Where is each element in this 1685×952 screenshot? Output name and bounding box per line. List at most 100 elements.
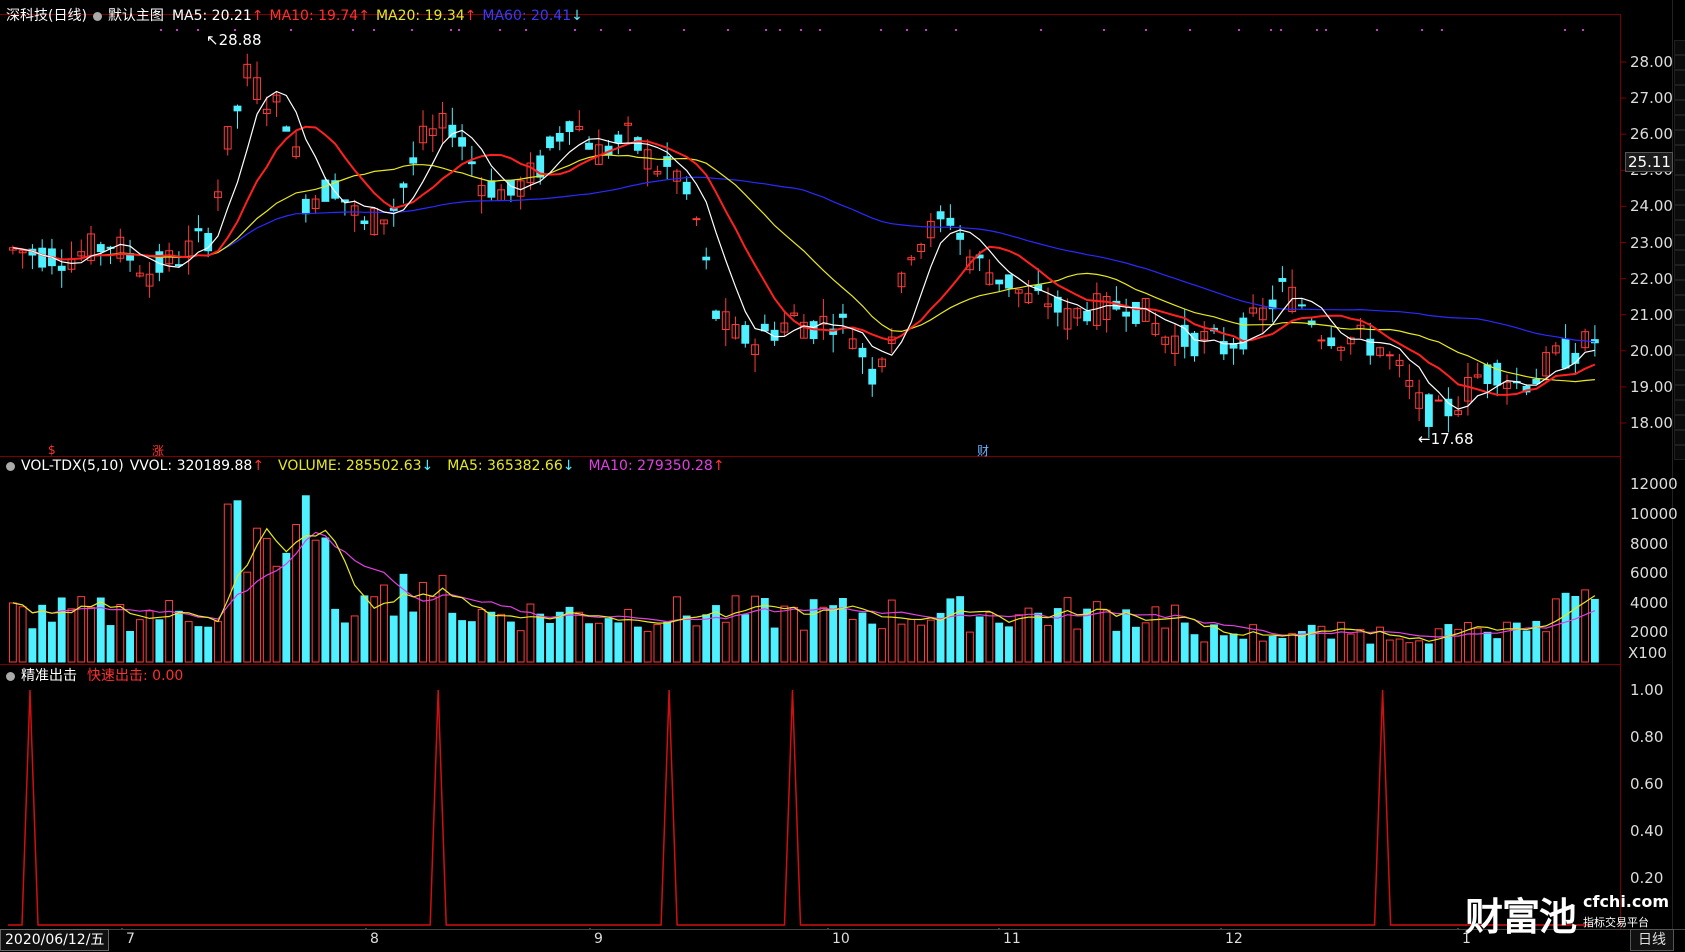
- event-dot: [819, 29, 821, 31]
- candle-body: [663, 156, 672, 167]
- side-tool-chip[interactable]: [1674, 220, 1685, 235]
- volume-bar: [458, 620, 467, 663]
- volume-bar: [1493, 638, 1502, 663]
- volume-bar: [1561, 592, 1570, 663]
- side-tool-chip[interactable]: [1674, 130, 1685, 145]
- volume-bar: [1239, 638, 1248, 663]
- volume-bar: [985, 611, 994, 663]
- side-tool-chip[interactable]: [1674, 40, 1685, 55]
- side-tool-chip[interactable]: [1674, 370, 1685, 385]
- side-tool-chip[interactable]: [1674, 145, 1685, 160]
- indicator-tick: 1.00: [1630, 681, 1664, 699]
- price-tick: 26.00: [1630, 125, 1673, 144]
- event-dot: [411, 29, 413, 31]
- month-label: 9: [594, 931, 603, 947]
- volume-tick: 10000: [1630, 505, 1678, 523]
- volume-bar: [106, 625, 115, 663]
- side-tool-chip[interactable]: [1674, 190, 1685, 205]
- volume-bar: [1161, 627, 1170, 663]
- price-tick: 21.00: [1630, 305, 1673, 324]
- volume-bar: [712, 605, 720, 663]
- volume-bar: [321, 537, 330, 663]
- volume-bar: [1307, 624, 1316, 663]
- side-tool-chip[interactable]: [1674, 160, 1685, 175]
- volume-bar: [1288, 633, 1297, 663]
- period-button[interactable]: 日线: [1630, 929, 1674, 951]
- candle-body: [546, 136, 554, 149]
- event-dot: [779, 29, 781, 31]
- candle-body: [301, 198, 310, 215]
- candle-body: [702, 256, 711, 261]
- side-tool-chip[interactable]: [1674, 115, 1685, 130]
- event-marker-dollar[interactable]: $: [48, 443, 56, 457]
- side-tool-chip[interactable]: [1674, 55, 1685, 70]
- volume-bar: [487, 611, 496, 663]
- charts-canvas[interactable]: [0, 0, 1672, 930]
- side-tool-chip[interactable]: [1674, 235, 1685, 250]
- volume-bar: [38, 604, 47, 663]
- side-tool-chip[interactable]: [1674, 325, 1685, 340]
- volume-bar: [1337, 621, 1345, 663]
- volume-bar: [516, 630, 525, 663]
- side-tool-chip[interactable]: [1674, 445, 1685, 460]
- side-tool-chip[interactable]: [1674, 85, 1685, 100]
- volume-bar: [965, 631, 974, 663]
- side-tool-chip[interactable]: [1674, 355, 1685, 370]
- candle-body: [1239, 317, 1248, 350]
- side-tool-chip[interactable]: [1674, 280, 1685, 295]
- volume-bar: [28, 628, 37, 663]
- volume-bar: [1278, 637, 1287, 663]
- volume-bar: [1424, 643, 1433, 663]
- volume-bar: [389, 615, 398, 663]
- event-dot: [1441, 29, 1443, 31]
- event-dot: [1376, 29, 1378, 31]
- volume-bar: [790, 606, 799, 663]
- candle-body: [995, 279, 1004, 285]
- side-tool-chip[interactable]: [1674, 100, 1685, 115]
- side-tool-chip[interactable]: [1674, 340, 1685, 355]
- volume-bar: [760, 598, 769, 663]
- signal-series: [8, 689, 1590, 926]
- side-tool-chip[interactable]: [1674, 385, 1685, 400]
- price-tick: 19.00: [1630, 377, 1673, 396]
- side-tool-chip[interactable]: [1674, 430, 1685, 445]
- volume-bar: [507, 621, 515, 663]
- watermark-logo: 财富池 cfchi.com 指标交易平台: [1465, 886, 1669, 941]
- event-dot: [906, 29, 908, 31]
- candle-body: [868, 368, 877, 385]
- candle-body: [936, 211, 945, 220]
- month-label: 10: [832, 931, 850, 947]
- event-dot: [160, 29, 162, 31]
- side-tool-chip[interactable]: [1674, 265, 1685, 280]
- volume-bar: [643, 630, 652, 663]
- candle-body: [1298, 304, 1306, 307]
- side-tool-chip[interactable]: [1674, 70, 1685, 85]
- volume-bar: [1268, 636, 1277, 663]
- candle-body: [1444, 398, 1453, 417]
- side-tool-chip[interactable]: [1674, 295, 1685, 310]
- side-tool-chip[interactable]: [1674, 310, 1685, 325]
- side-tool-chip[interactable]: [1674, 250, 1685, 265]
- event-dot: [600, 29, 602, 31]
- event-dot: [1189, 29, 1191, 31]
- event-dot: [1270, 29, 1272, 31]
- volume-bar: [467, 621, 476, 663]
- event-marker-finance[interactable]: 财: [977, 442, 989, 459]
- volume-bar: [887, 599, 896, 663]
- volume-tick: 6000: [1630, 564, 1669, 583]
- side-tool-chip[interactable]: [1674, 415, 1685, 430]
- volume-bar: [858, 612, 867, 663]
- side-tool-chip[interactable]: [1674, 400, 1685, 415]
- price-tick: 18.00: [1630, 414, 1673, 432]
- volume-bar: [663, 621, 672, 663]
- candle-body: [1317, 339, 1326, 342]
- side-tool-chip[interactable]: [1674, 175, 1685, 190]
- event-marker-rise[interactable]: 涨: [152, 442, 164, 459]
- volume-bar: [1434, 628, 1443, 663]
- volume-unit-label: X100: [1628, 644, 1667, 662]
- side-tool-chip[interactable]: [1674, 205, 1685, 220]
- candle-body: [194, 228, 203, 232]
- volume-bar: [448, 612, 457, 663]
- event-dot: [727, 29, 729, 31]
- candle-body: [555, 132, 564, 142]
